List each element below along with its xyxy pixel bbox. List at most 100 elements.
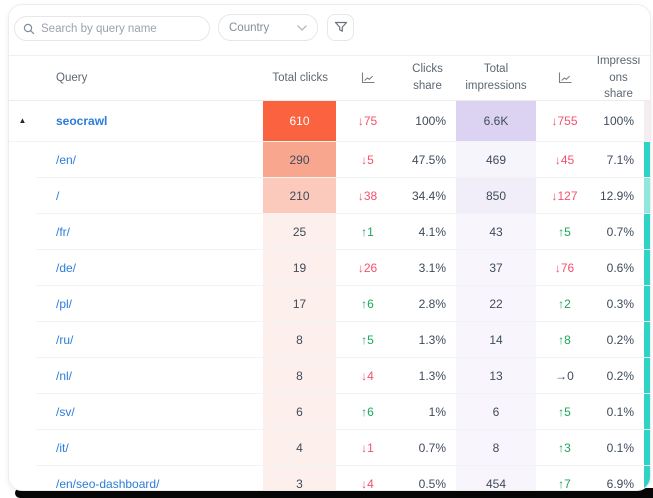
impressions-trend-cell: ↑5 <box>536 394 593 430</box>
country-dropdown[interactable]: Country <box>218 14 318 41</box>
query-cell[interactable]: /pl/ <box>36 286 263 322</box>
header-impressions-share[interactable]: Impressions share <box>593 56 644 101</box>
total-impressions-cell: 6 <box>456 394 536 430</box>
query-link[interactable]: /pl/ <box>56 297 72 311</box>
clicks-trend-cell: ↓4 <box>336 466 399 490</box>
clicks-share-cell: 0.7% <box>399 430 456 466</box>
table-row[interactable]: ▲ /ru/ 8 ↑5 1.3% 14 ↑8 0.2% <box>9 322 650 358</box>
query-cell[interactable]: seocrawl <box>36 101 263 142</box>
clicks-share-value: 4.1% <box>419 225 446 239</box>
row-expand-cell[interactable]: ▲ <box>9 214 36 250</box>
query-link[interactable]: /en/ <box>56 153 76 167</box>
row-expand-cell[interactable]: ▲ <box>9 322 36 358</box>
impressions-share-cell: 12.9% <box>593 178 644 214</box>
query-cell[interactable]: /sv/ <box>36 394 263 430</box>
clicks-trend-cell: ↓38 <box>336 178 399 214</box>
row-expand-cell[interactable]: ▲ <box>9 178 36 214</box>
impressions-share-cell: 0.3% <box>593 286 644 322</box>
impressions-share-value: 0.2% <box>607 369 634 383</box>
total-impressions-cell: 22 <box>456 286 536 322</box>
table-row[interactable]: ▲ / 210 ↓38 34.4% 850 ↓127 12.9% <box>9 178 650 214</box>
query-cell[interactable]: /en/seo-dashboard/ <box>36 466 263 490</box>
row-expand-cell[interactable]: ▲ <box>9 286 36 322</box>
total-clicks-value: 6 <box>296 405 303 419</box>
total-clicks-value: 19 <box>293 261 306 275</box>
impressions-trend-cell: ↑3 <box>536 430 593 466</box>
clicks-share-value: 1% <box>429 405 446 419</box>
query-cell[interactable]: /it/ <box>36 430 263 466</box>
total-clicks-value: 4 <box>296 441 303 455</box>
total-clicks-cell: 19 <box>263 250 336 286</box>
table-row[interactable]: ▲ seocrawl 610 ↓75 100% 6.6K ↓755 100% <box>9 101 650 142</box>
clicks-share-cell: 1.3% <box>399 322 456 358</box>
query-link[interactable]: /sv/ <box>56 405 75 419</box>
query-link[interactable]: /en/seo-dashboard/ <box>56 477 159 491</box>
row-expand-cell[interactable]: ▲ <box>9 358 36 394</box>
filter-button[interactable] <box>327 14 354 41</box>
row-expand-cell[interactable]: ▲ <box>9 250 36 286</box>
position-edge-cell <box>644 101 650 142</box>
impressions-trend-value: ↓76 <box>555 261 574 275</box>
total-impressions-cell: 850 <box>456 178 536 214</box>
clicks-trend-value: ↓26 <box>358 261 377 275</box>
impressions-trend-value: ↓755 <box>551 114 577 128</box>
query-link[interactable]: /nl/ <box>56 369 72 383</box>
total-clicks-cell: 8 <box>263 358 336 394</box>
clicks-trend-value: ↑5 <box>361 333 374 347</box>
row-expand-cell[interactable]: ▲ <box>9 430 36 466</box>
table-row[interactable]: ▲ /nl/ 8 ↓4 1.3% 13 →0 0.2% <box>9 358 650 394</box>
query-link[interactable]: /it/ <box>56 441 69 455</box>
total-impressions-cell: 469 <box>456 142 536 178</box>
clicks-share-cell: 3.1% <box>399 250 456 286</box>
query-link[interactable]: /de/ <box>56 261 76 275</box>
clicks-share-value: 3.1% <box>419 261 446 275</box>
collapse-arrow-icon[interactable]: ▲ <box>19 117 27 125</box>
impressions-trend-cell: ↓45 <box>536 142 593 178</box>
total-impressions-value: 469 <box>486 153 506 167</box>
clicks-share-value: 34.4% <box>412 189 446 203</box>
total-impressions-value: 850 <box>486 189 506 203</box>
query-link[interactable]: /fr/ <box>56 225 70 239</box>
row-expand-cell[interactable]: ▲ <box>9 394 36 430</box>
table-row[interactable]: ▲ /pl/ 17 ↑6 2.8% 22 ↑2 0.3% <box>9 286 650 322</box>
total-impressions-cell: 6.6K <box>456 101 536 142</box>
impressions-trend-cell: ↑5 <box>536 214 593 250</box>
header-clicks-share[interactable]: Clicks share <box>399 56 456 101</box>
table-row[interactable]: ▲ /de/ 19 ↓26 3.1% 37 ↓76 0.6% <box>9 250 650 286</box>
header-total-clicks[interactable]: Total clicks <box>263 56 336 101</box>
header-query[interactable]: Query <box>36 56 263 101</box>
header-total-impressions[interactable]: Total impressions <box>456 56 536 101</box>
table-row[interactable]: ▲ /en/ 290 ↓5 47.5% 469 ↓45 7.1% <box>9 142 650 178</box>
query-link[interactable]: /ru/ <box>56 333 73 347</box>
query-cell[interactable]: /en/ <box>36 142 263 178</box>
clicks-share-cell: 1% <box>399 394 456 430</box>
table-row[interactable]: ▲ /sv/ 6 ↑6 1% 6 ↑5 0.1% <box>9 394 650 430</box>
table-row[interactable]: ▲ /en/seo-dashboard/ 3 ↓4 0.5% 454 ↑7 6.… <box>9 466 650 490</box>
search-input[interactable] <box>41 23 201 35</box>
query-link[interactable]: / <box>56 189 59 203</box>
funnel-icon <box>334 21 348 34</box>
table-row[interactable]: ▲ /it/ 4 ↓1 0.7% 8 ↑3 0.1% <box>9 430 650 466</box>
search-box[interactable] <box>14 16 210 41</box>
query-link[interactable]: seocrawl <box>56 114 107 128</box>
impressions-trend-value: ↑5 <box>558 405 571 419</box>
query-cell[interactable]: / <box>36 178 263 214</box>
row-expand-cell[interactable]: ▲ <box>9 142 36 178</box>
query-cell[interactable]: /de/ <box>36 250 263 286</box>
total-impressions-cell: 14 <box>456 322 536 358</box>
position-edge-cell <box>644 250 650 286</box>
query-cell[interactable]: /fr/ <box>36 214 263 250</box>
total-impressions-value: 6 <box>493 405 500 419</box>
total-clicks-cell: 610 <box>263 101 336 142</box>
header-impressions-trend[interactable] <box>536 56 593 101</box>
row-expand-cell[interactable]: ▲ <box>9 101 36 142</box>
row-expand-cell[interactable]: ▲ <box>9 466 36 490</box>
query-cell[interactable]: /ru/ <box>36 322 263 358</box>
search-icon <box>23 23 35 35</box>
total-impressions-cell: 43 <box>456 214 536 250</box>
total-clicks-value: 8 <box>296 369 303 383</box>
header-clicks-trend[interactable] <box>336 56 399 101</box>
impressions-trend-value: ↑8 <box>558 333 571 347</box>
query-cell[interactable]: /nl/ <box>36 358 263 394</box>
table-row[interactable]: ▲ /fr/ 25 ↑1 4.1% 43 ↑5 0.7% <box>9 214 650 250</box>
